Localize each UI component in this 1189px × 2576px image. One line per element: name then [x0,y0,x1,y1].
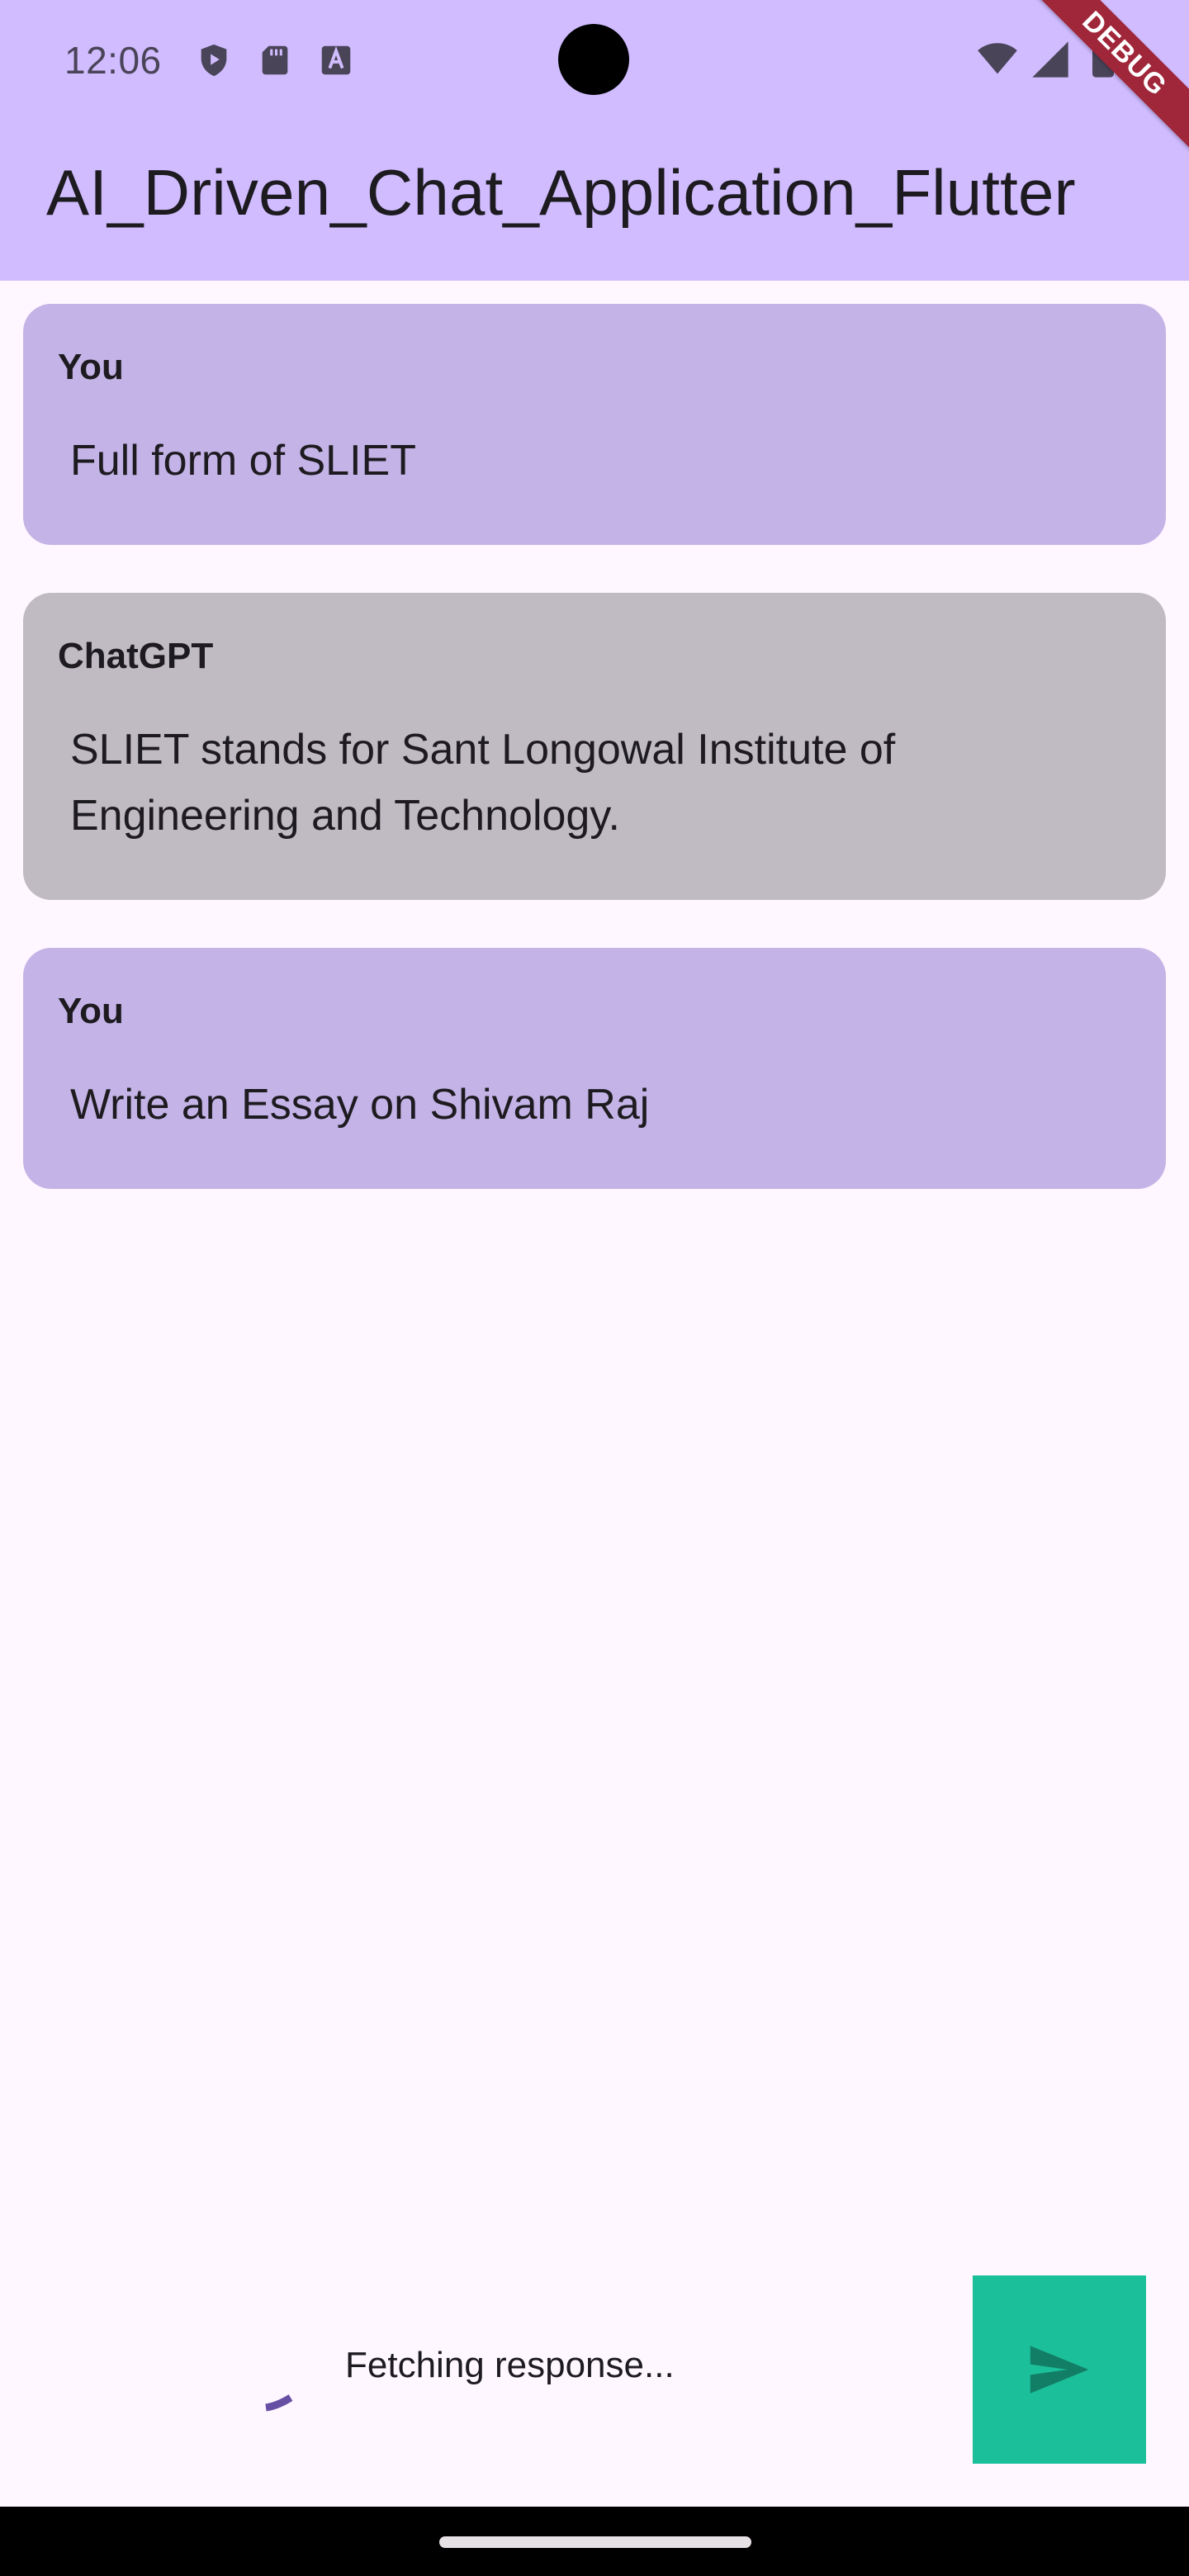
page-title: AI_Driven_Chat_Application_Flutter [46,156,1076,229]
message-sender: ChatGPT [58,636,214,676]
play-protect-icon [201,44,227,77]
send-icon [1030,2346,1089,2394]
wifi-icon [978,43,1017,74]
sd-card-icon [262,45,288,75]
home-indicator[interactable] [439,2536,751,2548]
message-text: SLIET stands for Sant Longowal Institute… [70,726,896,840]
status-time: 12:06 [64,39,162,82]
message-sender: You [58,991,124,1031]
loading-status-text: Fetching response... [345,2345,675,2385]
message-text: Full form of SLIET [70,437,416,485]
chat-message-list[interactable]: You Full form of SLIET ChatGPT SLIET sta… [23,304,1166,1237]
app-header: 12:06 DEBUG AI_Driven_Chat_Application_F… [0,0,1189,281]
message-sender: You [58,347,124,387]
message-text: Write an Essay on Shivam Raj [70,1081,650,1129]
font-a-icon [321,45,351,75]
chat-message-bot: ChatGPT SLIET stands for Sant Longowal I… [23,593,1166,900]
status-bar: 12:06 [0,0,1189,119]
chat-message-user: You Write an Essay on Shivam Raj [23,948,1166,1189]
chat-message-user: You Full form of SLIET [23,304,1166,545]
notification-icons [195,41,355,79]
progress-spinner-icon [265,2394,293,2412]
send-button[interactable] [973,2275,1146,2464]
system-navigation-bar [0,2507,1189,2576]
camera-cutout [558,24,629,95]
cell-signal-icon [1032,41,1068,78]
